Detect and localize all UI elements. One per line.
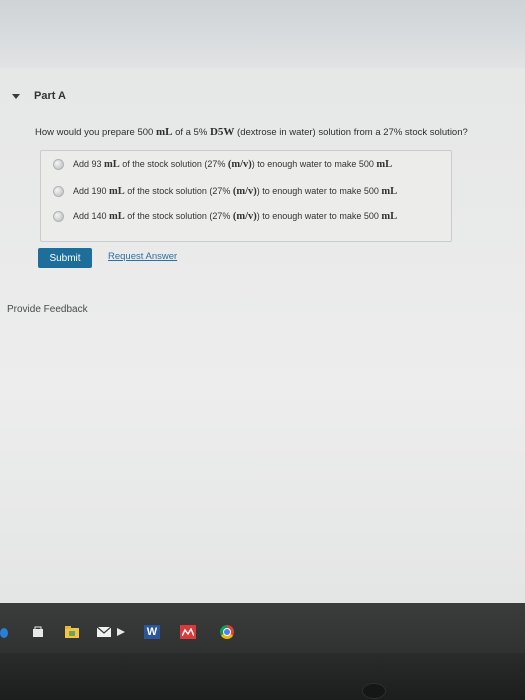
part-header[interactable]: Part A — [12, 90, 66, 102]
choice-label: Add 190 mL of the stock solution (27% (m… — [73, 186, 398, 197]
task-view-icon[interactable] — [114, 625, 128, 639]
submit-button[interactable]: Submit — [38, 248, 92, 268]
question-solution: D5W — [209, 126, 235, 138]
provide-feedback-link[interactable]: Provide Feedback — [7, 304, 88, 315]
question-text: How would you prepare 500 mL of a 5% D5W… — [35, 126, 468, 138]
question-unit: mL — [155, 126, 173, 138]
question-middle: of a 5% — [172, 127, 210, 138]
browser-top-band — [0, 0, 525, 69]
choice-label: Add 93 mL of the stock solution (27% (m/… — [73, 159, 393, 170]
request-answer-link[interactable]: Request Answer — [108, 251, 177, 262]
radio-button[interactable] — [53, 211, 64, 222]
taskbar: W — [0, 603, 525, 653]
word-icon-letter: W — [146, 626, 158, 638]
choice-label: Add 140 mL of the stock solution (27% (m… — [73, 211, 398, 222]
app-icon[interactable] — [180, 625, 196, 639]
part-title: Part A — [34, 90, 66, 102]
caret-down-icon[interactable] — [12, 93, 20, 99]
choice-3[interactable]: Add 140 mL of the stock solution (27% (m… — [53, 211, 397, 222]
edge-icon[interactable] — [0, 628, 8, 638]
radio-button[interactable] — [53, 186, 64, 197]
monitor-bezel — [0, 653, 525, 700]
question-suffix: (dextrose in water) solution from a 27% … — [234, 127, 468, 138]
question-prefix: How would you prepare 500 — [35, 127, 156, 138]
explorer-icon[interactable] — [65, 625, 79, 639]
hp-logo-icon — [362, 683, 386, 699]
chrome-icon[interactable] — [220, 625, 234, 639]
radio-button[interactable] — [53, 159, 64, 170]
page-content — [0, 68, 525, 603]
store-icon[interactable] — [31, 625, 45, 639]
mail-icon[interactable] — [97, 625, 111, 639]
choice-2[interactable]: Add 190 mL of the stock solution (27% (m… — [53, 186, 397, 197]
answer-choices: Add 93 mL of the stock solution (27% (m/… — [40, 150, 452, 242]
choice-1[interactable]: Add 93 mL of the stock solution (27% (m/… — [53, 159, 392, 170]
word-icon[interactable]: W — [144, 625, 160, 639]
